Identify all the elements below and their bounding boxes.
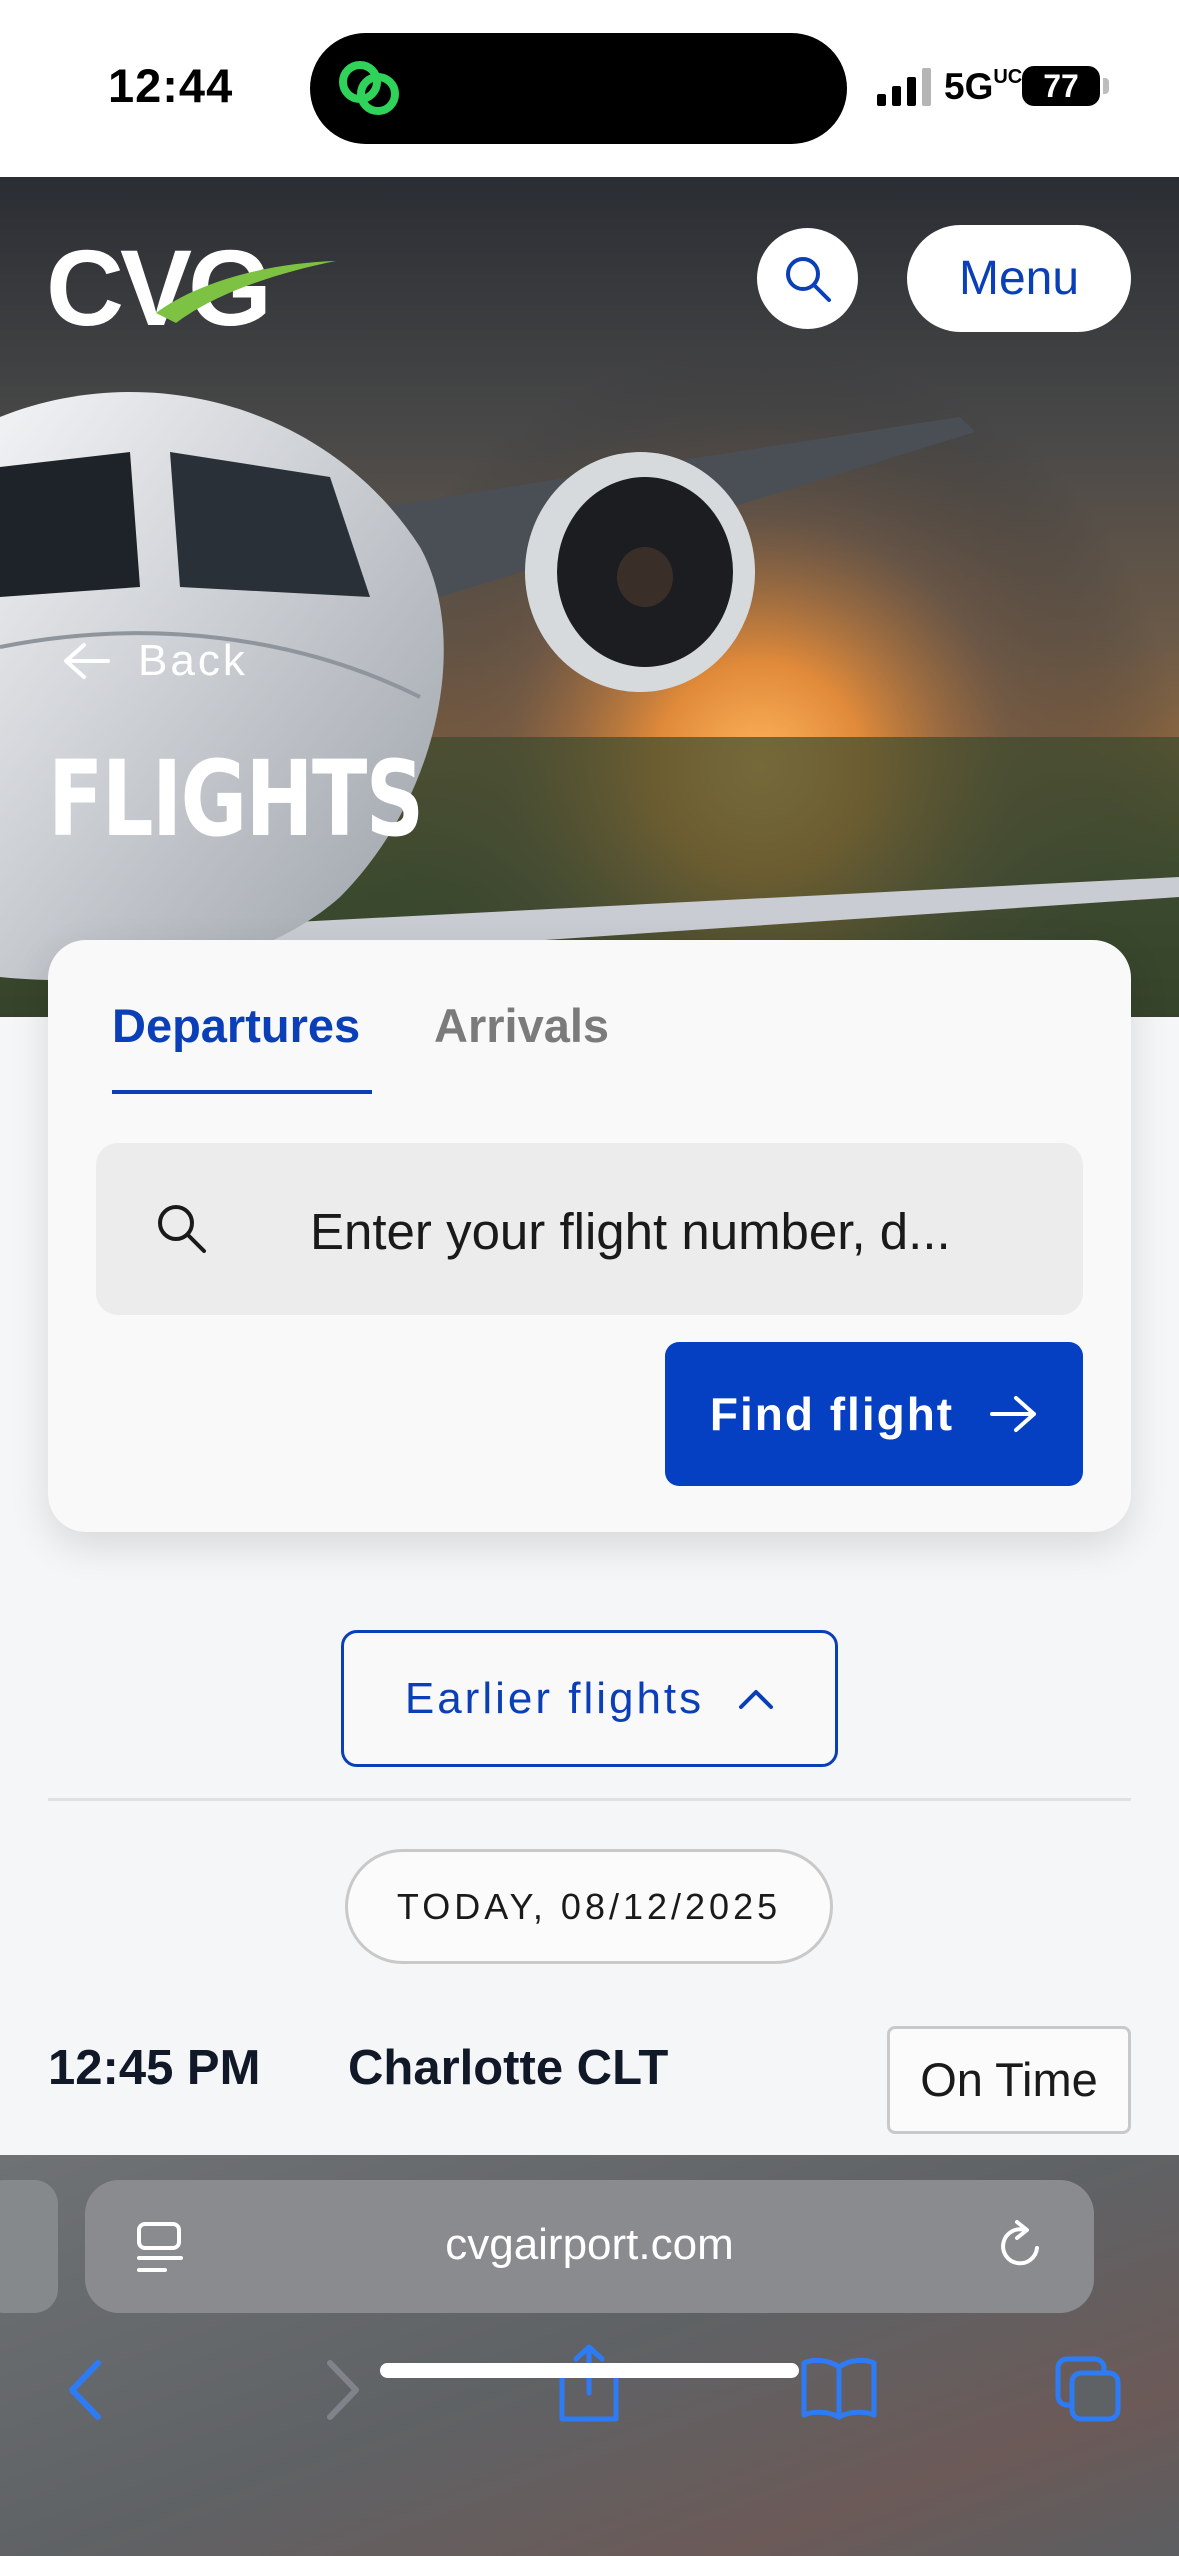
search-icon [785,256,831,302]
flight-status-badge: On Time [887,2026,1131,2134]
earlier-flights-button[interactable]: Earlier flights [341,1630,838,1767]
flight-search-card: Departures Arrivals Find flight [48,940,1131,1532]
flight-destination: Charlotte CLT [348,2041,669,2095]
search-icon [158,1205,206,1253]
bookmarks-icon[interactable] [800,2355,878,2421]
status-bar: 12:44 5GUC 77 [0,0,1179,177]
url-text: cvgairport.com [445,2220,734,2269]
arrow-right-icon [990,1396,1037,1432]
flight-search-input[interactable] [310,1191,1050,1271]
network-type: 5GUC [944,66,1022,108]
cvg-logo[interactable]: CVG [46,225,336,350]
find-flight-label: Find flight [709,1388,955,1440]
find-flight-button[interactable]: Find flight [665,1342,1083,1486]
forward-icon[interactable] [312,2355,368,2425]
menu-button[interactable]: Menu [907,225,1131,332]
back-icon[interactable] [60,2355,116,2425]
flight-time: 12:45 PM [48,2041,261,2095]
tab-departures[interactable]: Departures [112,998,360,1053]
divider [48,1798,1131,1801]
battery-tip [1103,78,1109,94]
browser-toolbar: cvgairport.com [0,2155,1179,2556]
battery-icon: 77 [1022,66,1100,106]
network-label: 5G [944,66,994,107]
network-sub-label: UC [993,66,1023,88]
cellular-signal-icon [877,68,931,106]
active-tab-indicator [112,1090,372,1094]
flight-search-field[interactable] [96,1143,1083,1315]
back-label: Back [138,636,248,685]
tab-arrivals[interactable]: Arrivals [434,998,609,1053]
share-icon[interactable] [556,2343,622,2425]
tabs-icon[interactable] [1054,2355,1124,2425]
home-indicator[interactable] [380,2363,799,2378]
previous-tab-preview[interactable] [0,2180,58,2313]
status-time: 12:44 [108,59,234,112]
page-title: FLIGHTS [48,738,424,860]
arrow-left-icon [64,643,110,679]
link-app-icon [339,61,399,115]
logo-swoosh-icon [156,261,336,323]
flight-row[interactable]: 12:45 PM Charlotte CLT On Time [0,2010,1179,2155]
address-bar[interactable]: cvgairport.com [85,2180,1094,2313]
date-label: TODAY, 08/12/2025 [345,1849,833,1964]
search-button[interactable] [757,228,858,329]
reload-icon[interactable] [995,2218,1047,2274]
earlier-flights-label: Earlier flights [404,1673,705,1723]
back-link[interactable]: Back [62,636,248,686]
screen: 12:44 5GUC 77 CVG Menu Back FLIGHTS Depa… [0,0,1179,2556]
chevron-up-icon [739,1689,774,1709]
dynamic-island [310,33,847,144]
